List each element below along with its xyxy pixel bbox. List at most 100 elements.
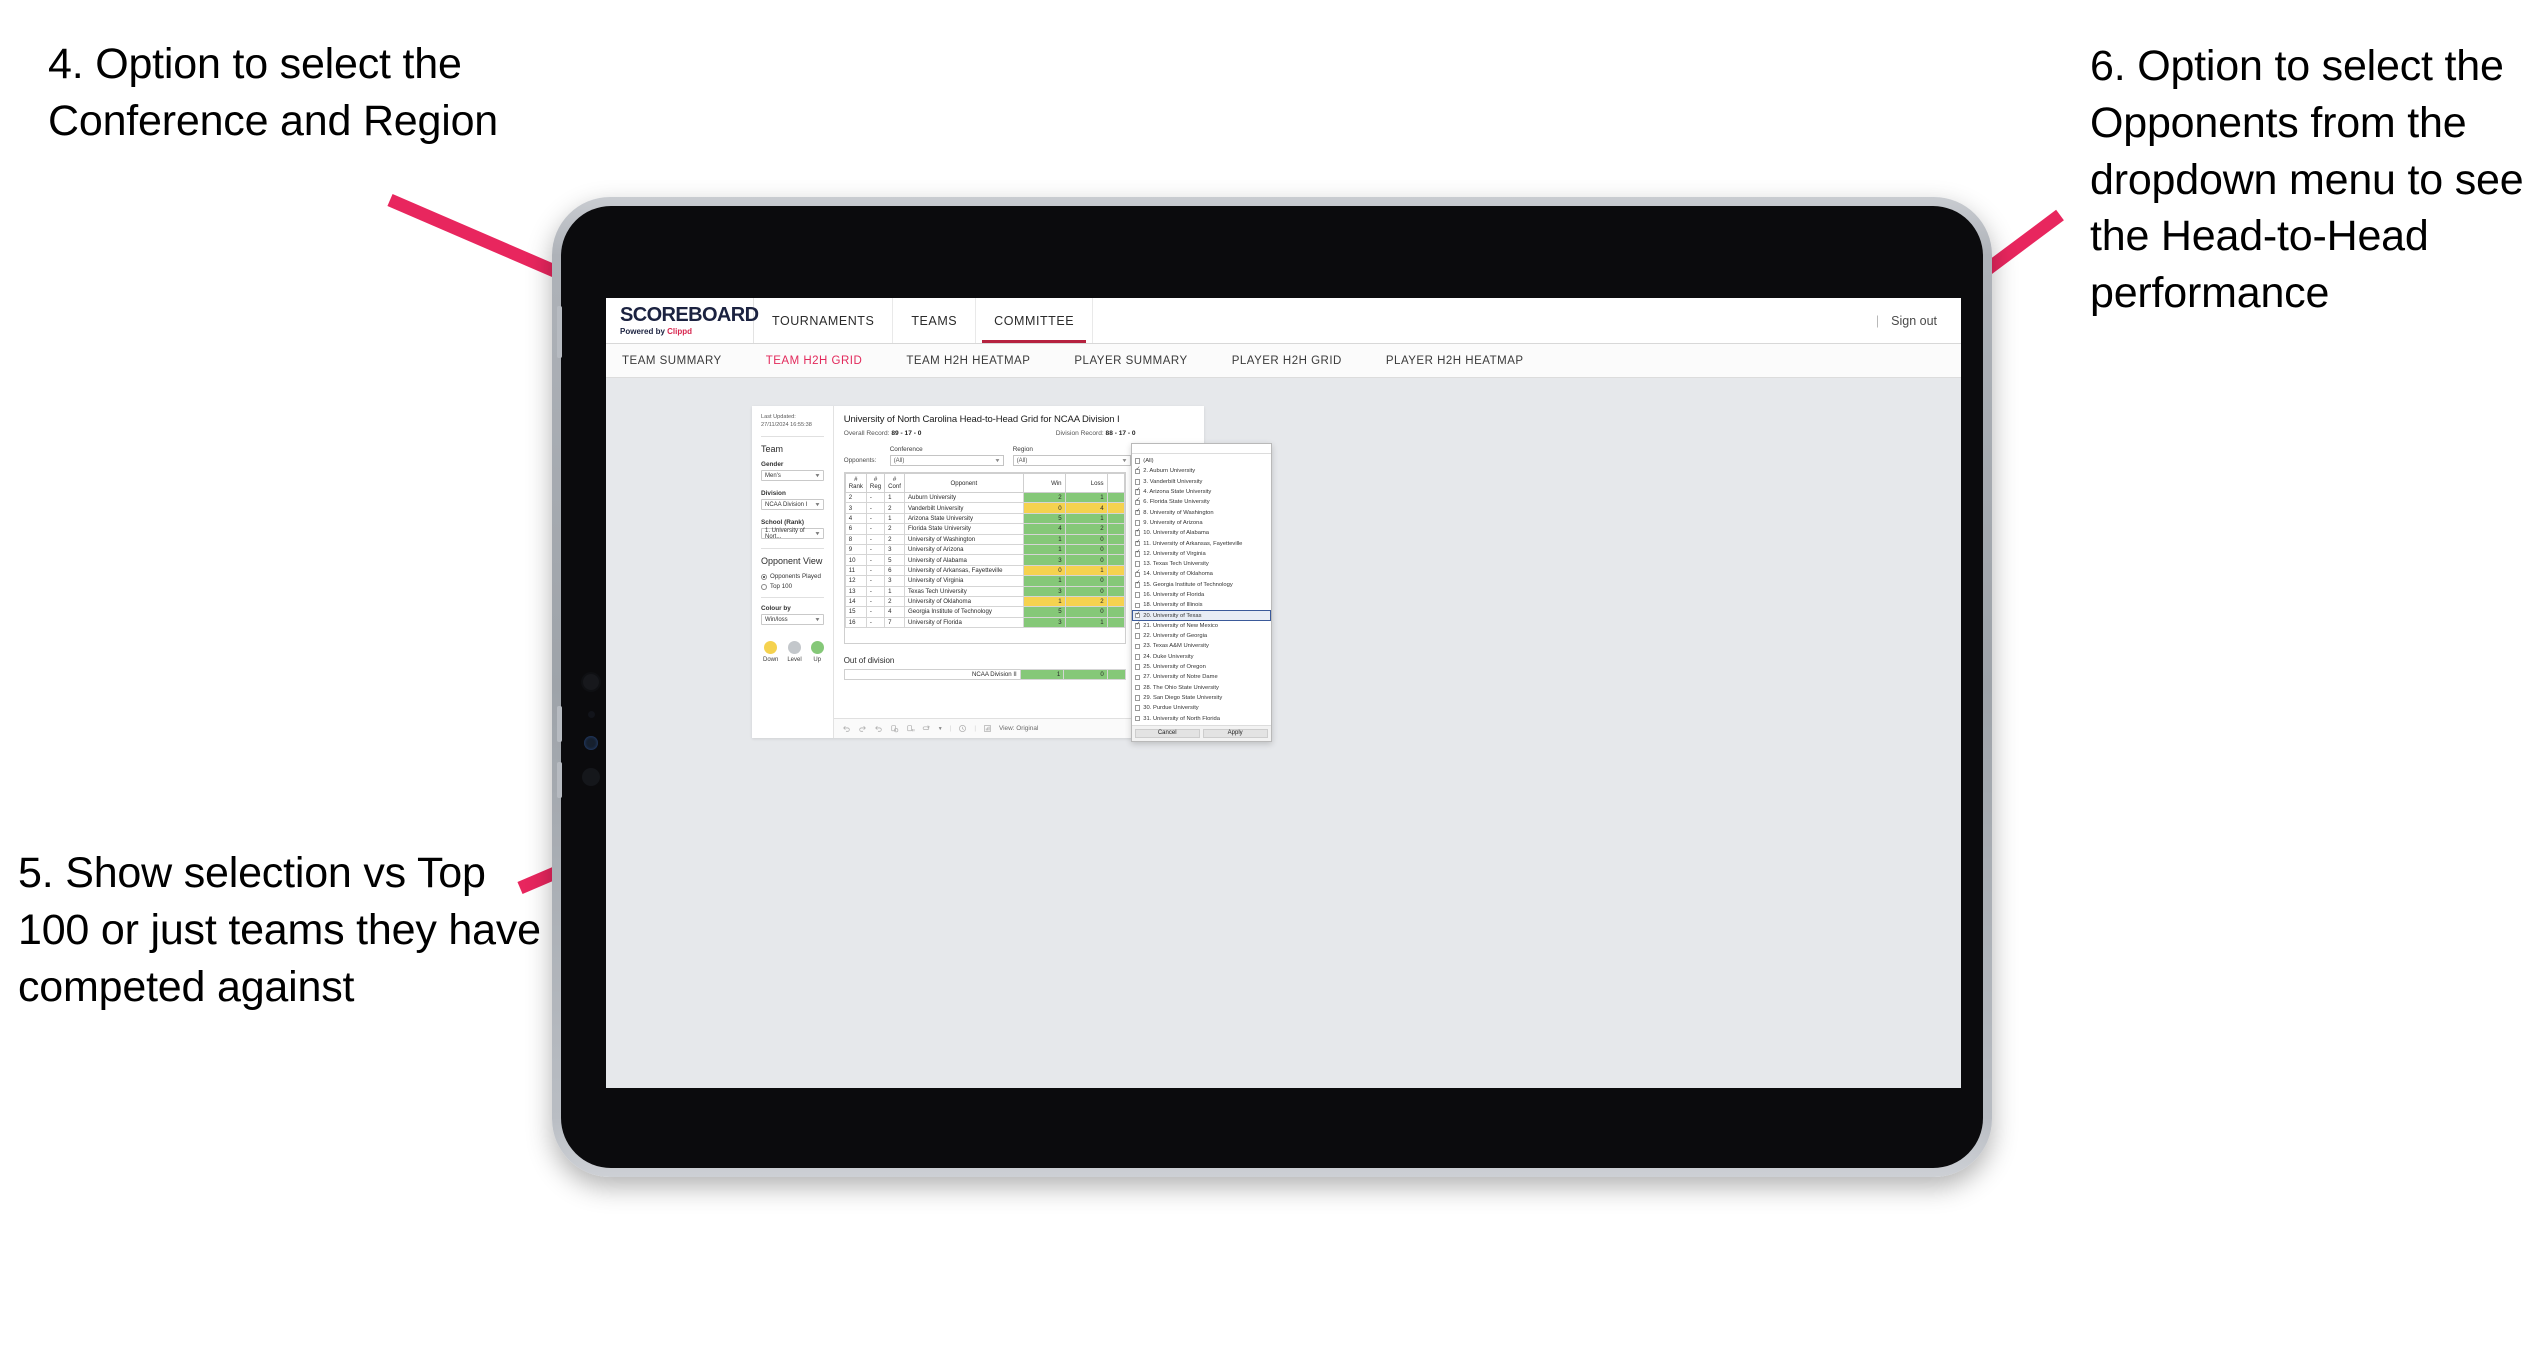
apply-button[interactable]: Apply bbox=[1202, 728, 1268, 739]
checkbox-icon[interactable] bbox=[1134, 468, 1141, 475]
dropdown-option[interactable]: 29. San Diego State University bbox=[1132, 693, 1271, 703]
col-loss[interactable]: Loss bbox=[1064, 473, 1108, 493]
opponent-dropdown-popup[interactable]: (All) 2. Auburn University 3. Vanderbilt U… bbox=[1130, 443, 1272, 743]
conference-filter-select[interactable]: (All) ▼ bbox=[889, 455, 1004, 466]
brand-logo[interactable]: SCOREBOARD Powered by Clippd bbox=[606, 298, 759, 343]
dropdown-option[interactable]: 21. University of New Mexico bbox=[1132, 621, 1271, 631]
power-button[interactable] bbox=[557, 306, 562, 358]
dropdown-option[interactable]: 13. Texas Tech University bbox=[1132, 559, 1271, 569]
checkbox-icon[interactable] bbox=[1134, 550, 1141, 557]
checkbox-icon[interactable] bbox=[1134, 488, 1141, 495]
nav-item-teams[interactable]: TEAMS bbox=[893, 298, 977, 343]
cancel-button[interactable]: Cancel bbox=[1134, 728, 1200, 739]
table-row[interactable]: 14-2 University of Oklahoma 1 2 bbox=[844, 595, 1125, 608]
radio-top-100[interactable]: Top 100 bbox=[761, 583, 824, 590]
dropdown-option[interactable]: 27. University of Notre Dame bbox=[1132, 672, 1271, 682]
colour-by-select[interactable]: Win/loss ▼ bbox=[761, 614, 824, 626]
table-row[interactable]: 15-4 Georgia Institute of Technology 5 0 bbox=[844, 606, 1125, 618]
checkbox-icon[interactable] bbox=[1134, 520, 1141, 526]
checkbox-icon[interactable] bbox=[1134, 478, 1141, 485]
checkbox-icon[interactable] bbox=[1134, 643, 1141, 650]
tab-team-h2h-grid[interactable]: TEAM H2H GRID bbox=[744, 355, 885, 367]
share-icon[interactable] bbox=[922, 724, 931, 733]
history-icon[interactable] bbox=[958, 724, 967, 733]
dropdown-option[interactable]: 9. University of Arizona bbox=[1132, 518, 1271, 528]
tab-player-h2h-grid[interactable]: PLAYER H2H GRID bbox=[1210, 355, 1364, 367]
opponent-dropdown-search[interactable] bbox=[1131, 444, 1271, 454]
checkbox-icon[interactable] bbox=[1134, 612, 1141, 619]
region-filter-select[interactable]: (All) ▼ bbox=[1012, 455, 1131, 466]
checkbox-icon[interactable] bbox=[1134, 592, 1141, 598]
view-icon[interactable] bbox=[983, 724, 992, 733]
table-row[interactable]: 6-2 Florida State University 4 2 bbox=[844, 523, 1125, 535]
checkbox-icon[interactable] bbox=[1134, 695, 1141, 701]
table-row[interactable]: 8-2 University of Washington 1 0 bbox=[844, 533, 1125, 545]
table-row[interactable]: 2-1 Auburn University 2 1 bbox=[844, 491, 1125, 504]
tab-player-h2h-heatmap[interactable]: PLAYER H2H HEATMAP bbox=[1364, 355, 1546, 367]
nav-item-committee[interactable]: COMMITTEE bbox=[976, 298, 1094, 343]
table-row[interactable]: 11-6 University of Arkansas, Fayetteville… bbox=[844, 564, 1125, 577]
table-row[interactable]: 10-5 University of Alabama 3 0 bbox=[844, 554, 1125, 566]
revert-icon[interactable] bbox=[874, 724, 883, 733]
dropdown-option[interactable]: 18. University of Illinois bbox=[1132, 600, 1271, 610]
dropdown-option[interactable]: 12. University of Virginia bbox=[1132, 549, 1271, 559]
dropdown-option[interactable]: 23. Texas A&M University bbox=[1132, 641, 1271, 651]
view-original-label[interactable]: View: Original bbox=[999, 725, 1038, 732]
dropdown-option[interactable]: 31. University of North Florida bbox=[1132, 713, 1271, 723]
checkbox-icon[interactable] bbox=[1134, 570, 1141, 578]
dropdown-option[interactable]: 11. University of Arkansas, Fayetteville bbox=[1132, 538, 1271, 548]
checkbox-icon[interactable] bbox=[1134, 653, 1141, 660]
dropdown-option[interactable]: 6. Florida State University bbox=[1132, 497, 1271, 507]
tab-team-h2h-heatmap[interactable]: TEAM H2H HEATMAP bbox=[884, 355, 1052, 367]
checkbox-icon[interactable] bbox=[1134, 509, 1141, 516]
dropdown-option[interactable]: 15. Georgia Institute of Technology bbox=[1132, 580, 1271, 590]
checkbox-icon[interactable] bbox=[1134, 602, 1141, 609]
col-opponent[interactable]: Opponent bbox=[903, 473, 1024, 493]
tab-team-summary[interactable]: TEAM SUMMARY bbox=[622, 355, 744, 367]
sign-out-link[interactable]: Sign out bbox=[1891, 314, 1937, 328]
dropdown-option[interactable]: 24. Duke University bbox=[1132, 652, 1271, 662]
table-row[interactable]: 9-3 University of Arizona 1 0 bbox=[844, 543, 1125, 556]
checkbox-icon[interactable] bbox=[1134, 540, 1141, 547]
nav-item-tournaments[interactable]: TOURNAMENTS bbox=[754, 298, 894, 343]
checkbox-icon[interactable] bbox=[1134, 498, 1141, 506]
dropdown-option[interactable]: (All) bbox=[1132, 456, 1271, 466]
checkbox-icon[interactable] bbox=[1134, 674, 1141, 681]
dropdown-option[interactable]: 28. The Ohio State University bbox=[1132, 683, 1271, 693]
division-select[interactable]: NCAA Division I ▼ bbox=[761, 499, 824, 511]
dropdown-option[interactable]: 2. Auburn University bbox=[1132, 466, 1271, 476]
checkbox-icon[interactable] bbox=[1134, 561, 1141, 567]
out-of-division-row[interactable]: NCAA Division II 1 0 bbox=[844, 669, 1126, 681]
checkbox-icon[interactable] bbox=[1134, 684, 1141, 691]
dropdown-option[interactable]: 30. Purdue University bbox=[1132, 703, 1271, 713]
table-row[interactable]: 12-3 University of Virginia 1 0 bbox=[844, 575, 1125, 587]
school-rank-select[interactable]: 1. University of Nort... ▼ bbox=[761, 528, 824, 540]
checkbox-icon[interactable] bbox=[1134, 664, 1141, 670]
dropdown-option[interactable]: 16. University of Florida bbox=[1132, 590, 1271, 600]
radio-opponents-played[interactable]: Opponents Played bbox=[761, 573, 824, 580]
tab-player-summary[interactable]: PLAYER SUMMARY bbox=[1052, 355, 1209, 367]
checkbox-icon[interactable] bbox=[1134, 529, 1141, 537]
col-conf[interactable]: # Conf bbox=[884, 473, 905, 493]
volume-down-button[interactable] bbox=[557, 762, 562, 798]
dropdown-option[interactable]: 10. University of Alabama bbox=[1132, 528, 1271, 538]
pause-icon[interactable] bbox=[906, 724, 915, 733]
col-win[interactable]: Win bbox=[1022, 473, 1066, 493]
col-rank[interactable]: # Rank bbox=[844, 473, 867, 493]
dropdown-option[interactable]: 25. University of Oregon bbox=[1132, 662, 1271, 672]
table-row[interactable]: 3-2 Vanderbilt University 0 4 bbox=[844, 502, 1125, 514]
dropdown-option[interactable]: 20. University of Texas bbox=[1131, 610, 1271, 621]
refresh-icon[interactable] bbox=[890, 724, 899, 733]
dropdown-option[interactable]: 8. University of Washington bbox=[1132, 507, 1271, 517]
dropdown-option[interactable]: 22. University of Georgia bbox=[1132, 631, 1271, 641]
checkbox-icon[interactable] bbox=[1134, 705, 1141, 712]
undo-icon[interactable] bbox=[842, 724, 851, 733]
checkbox-icon[interactable] bbox=[1134, 633, 1141, 639]
checkbox-icon[interactable] bbox=[1134, 622, 1141, 629]
volume-up-button[interactable] bbox=[557, 706, 562, 742]
table-row[interactable]: 13-1 Texas Tech University 3 0 bbox=[844, 585, 1125, 597]
col-reg[interactable]: # Reg bbox=[865, 473, 886, 493]
dropdown-option[interactable]: 4. Arizona State University bbox=[1132, 487, 1271, 497]
redo-icon[interactable] bbox=[858, 724, 867, 733]
chevron-down-icon[interactable]: ▼ bbox=[938, 726, 943, 732]
